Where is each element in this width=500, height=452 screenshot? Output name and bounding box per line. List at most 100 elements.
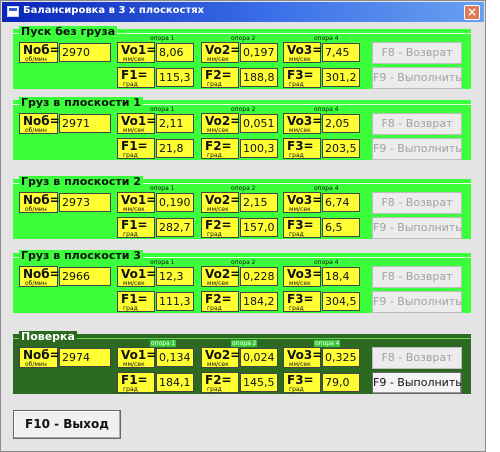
f9-execute-button[interactable]: F9 - Выполнить bbox=[372, 67, 462, 89]
f1-unit: град bbox=[123, 152, 138, 159]
f8-return-button[interactable]: F8 - Возврат bbox=[372, 42, 462, 64]
support-label-4: опора 4 bbox=[314, 259, 339, 266]
f3-unit: град bbox=[289, 152, 304, 159]
panel-title: Груз в плоскости 2 bbox=[19, 175, 143, 188]
rpm-value: 2966 bbox=[59, 267, 111, 286]
f3-unit: град bbox=[289, 386, 304, 393]
f2-label: F2= град bbox=[201, 217, 239, 238]
vo3-label: Vo3= мм/сек bbox=[283, 42, 322, 63]
f2-value: 184,2 bbox=[240, 292, 278, 311]
vo1-value: 0,190 bbox=[156, 193, 194, 212]
rpm-value: 2974 bbox=[59, 348, 111, 367]
vo2-value: 0,228 bbox=[240, 267, 278, 286]
support-label-4: опора 4 bbox=[314, 185, 339, 192]
vo1-value: 8,06 bbox=[156, 43, 194, 62]
panel-2: Груз в плоскости 1 опора 1 опора 2 опора 4 N… bbox=[13, 97, 471, 160]
f9-execute-button[interactable]: F9 - Выполнить bbox=[372, 372, 462, 394]
vo2-label: Vo2= мм/сек bbox=[201, 113, 240, 134]
support-label-2: опора 2 bbox=[231, 106, 256, 113]
f1-value: 282,7 bbox=[156, 218, 194, 237]
f1-unit: град bbox=[123, 231, 138, 238]
f1-unit: град bbox=[123, 386, 138, 393]
f1-unit: град bbox=[123, 305, 138, 312]
support-label-1: опора 1 bbox=[150, 259, 175, 266]
vo2-label: Vo2= мм/сек bbox=[201, 42, 240, 63]
rpm-unit: об/мин bbox=[25, 56, 47, 63]
support-label-2: опора 2 bbox=[231, 340, 258, 347]
f3-unit: град bbox=[289, 81, 304, 88]
f9-execute-button[interactable]: F9 - Выполнить bbox=[372, 138, 462, 160]
support-label-1: опора 1 bbox=[150, 185, 175, 192]
f2-label: F2= град bbox=[201, 138, 239, 159]
close-button[interactable]: × bbox=[464, 5, 480, 20]
rpm-label: Nоб= об/мин bbox=[19, 192, 60, 213]
panel-title: Груз в плоскости 3 bbox=[19, 249, 143, 262]
f9-execute-button[interactable]: F9 - Выполнить bbox=[372, 291, 462, 313]
f3-label: F3= град bbox=[283, 138, 321, 159]
vo3-unit: мм/сек bbox=[289, 56, 311, 63]
f2-unit: град bbox=[207, 81, 222, 88]
rpm-value: 2973 bbox=[59, 193, 111, 212]
support-label-1: опора 1 bbox=[150, 35, 175, 42]
support-label-1: опора 1 bbox=[150, 106, 175, 113]
title-bar[interactable]: Балансировка в 3 х плоскостях × bbox=[2, 2, 484, 22]
f1-label: F1= град bbox=[117, 372, 155, 393]
panel-3: Груз в плоскости 2 опора 1 опора 2 опора 4 N… bbox=[13, 175, 471, 239]
vo3-value: 6,74 bbox=[322, 193, 360, 212]
support-label-4: опора 4 bbox=[314, 35, 339, 42]
f2-label: F2= град bbox=[201, 372, 239, 393]
vo2-unit: мм/сек bbox=[207, 127, 229, 134]
f8-return-button[interactable]: F8 - Возврат bbox=[372, 192, 462, 214]
vo1-label: Vo1= мм/сек bbox=[117, 266, 156, 287]
f2-unit: град bbox=[207, 386, 222, 393]
support-label-2: опора 2 bbox=[231, 35, 256, 42]
vo1-label: Vo1= мм/сек bbox=[117, 113, 156, 134]
f8-return-button[interactable]: F8 - Возврат bbox=[372, 113, 462, 135]
vo1-label: Vo1= мм/сек bbox=[117, 192, 156, 213]
vo2-unit: мм/сек bbox=[207, 280, 229, 287]
f1-label: F1= град bbox=[117, 217, 155, 238]
vo3-label: Vo3= мм/сек bbox=[283, 113, 322, 134]
f2-value: 145,5 bbox=[240, 373, 278, 392]
vo1-unit: мм/сек bbox=[123, 56, 145, 63]
panel-divider bbox=[13, 338, 471, 339]
vo1-unit: мм/сек bbox=[123, 280, 145, 287]
panel-title: Поверка bbox=[19, 330, 77, 343]
f2-value: 188,8 bbox=[240, 68, 278, 87]
f1-label: F1= град bbox=[117, 67, 155, 88]
rpm-unit: об/мин bbox=[25, 127, 47, 134]
panel-1: Пуск без груза опора 1 опора 2 опора 4 Nоб= о… bbox=[13, 26, 471, 89]
vo1-unit: мм/сек bbox=[123, 206, 145, 213]
f3-label: F3= град bbox=[283, 291, 321, 312]
f3-label: F3= град bbox=[283, 372, 321, 393]
support-label-4: опора 4 bbox=[314, 340, 341, 347]
vo3-label: Vo3= мм/сек bbox=[283, 347, 322, 368]
vo1-unit: мм/сек bbox=[123, 361, 145, 368]
f8-return-button[interactable]: F8 - Возврат bbox=[372, 266, 462, 288]
vo1-value: 12,3 bbox=[156, 267, 194, 286]
exit-button[interactable]: F10 - Выход bbox=[13, 410, 121, 439]
f2-unit: град bbox=[207, 305, 222, 312]
vo2-label: Vo2= мм/сек bbox=[201, 192, 240, 213]
app-icon bbox=[7, 6, 19, 17]
vo2-unit: мм/сек bbox=[207, 206, 229, 213]
vo2-label: Vo2= мм/сек bbox=[201, 266, 240, 287]
f1-value: 21,8 bbox=[156, 139, 194, 158]
f3-unit: град bbox=[289, 231, 304, 238]
f2-unit: град bbox=[207, 152, 222, 159]
support-label-4: опора 4 bbox=[314, 106, 339, 113]
rpm-label: Nоб= об/мин bbox=[19, 266, 60, 287]
vo3-value: 2,05 bbox=[322, 114, 360, 133]
vo3-unit: мм/сек bbox=[289, 127, 311, 134]
f3-label: F3= град bbox=[283, 67, 321, 88]
vo2-label: Vo2= мм/сек bbox=[201, 347, 240, 368]
vo2-value: 0,024 bbox=[240, 348, 278, 367]
rpm-unit: об/мин bbox=[25, 280, 47, 287]
f9-execute-button[interactable]: F9 - Выполнить bbox=[372, 217, 462, 239]
rpm-value: 2970 bbox=[59, 43, 111, 62]
vo1-value: 2,11 bbox=[156, 114, 194, 133]
f3-unit: град bbox=[289, 305, 304, 312]
f3-value: 203,5 bbox=[322, 139, 360, 158]
f2-unit: град bbox=[207, 231, 222, 238]
f8-return-button[interactable]: F8 - Возврат bbox=[372, 347, 462, 369]
